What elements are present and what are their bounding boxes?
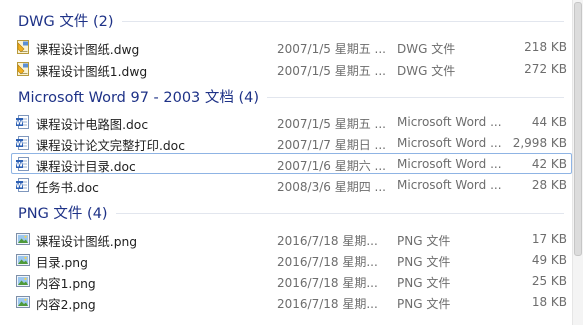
png-image-icon <box>16 233 30 245</box>
png-image-icon <box>16 275 30 287</box>
png-image-icon <box>16 254 30 266</box>
file-date: 2016/7/18 星期... <box>277 234 378 248</box>
group-title: PNG 文件 (4) <box>18 205 108 222</box>
file-type: PNG 文件 <box>397 234 451 248</box>
file-date: 2007/1/5 星期五 ... <box>277 117 385 131</box>
file-date: 2016/7/18 星期... <box>277 297 378 311</box>
file-row[interactable]: 内容2.png 2016/7/18 星期... PNG 文件 18 KB <box>11 291 572 312</box>
file-name: 课程设计论文完整打印.doc <box>36 139 185 153</box>
group-title: Microsoft Word 97 - 2003 文档 (4) <box>18 89 260 106</box>
file-type: DWG 文件 <box>397 42 456 56</box>
file-name: 课程设计电路图.doc <box>36 118 149 132</box>
file-name: 课程设计目录.doc <box>36 160 136 174</box>
file-date: 2007/1/6 星期六 ... <box>277 159 385 173</box>
group-header-dwg[interactable]: DWG 文件 (2) <box>0 8 572 32</box>
word-doc-icon: W <box>16 136 29 150</box>
svg-text:W: W <box>16 182 23 190</box>
file-size: 18 KB <box>531 295 567 309</box>
group-header-word[interactable]: Microsoft Word 97 - 2003 文档 (4) <box>0 84 572 108</box>
file-date: 2008/3/6 星期四 ... <box>277 180 385 194</box>
file-name: 内容1.png <box>36 277 96 291</box>
file-size: 25 KB <box>531 274 567 288</box>
file-name: 内容2.png <box>36 298 96 312</box>
group-title: DWG 文件 (2) <box>18 13 114 30</box>
file-size: 44 KB <box>531 115 567 129</box>
word-doc-icon: W <box>16 115 29 129</box>
scrollbar-thumb[interactable] <box>574 2 582 256</box>
group-header-png[interactable]: PNG 文件 (4) <box>0 200 572 224</box>
file-type: Microsoft Word ... <box>397 178 502 192</box>
file-size: 218 KB <box>524 40 567 54</box>
file-row[interactable]: W 课程设计电路图.doc 2007/1/5 星期五 ... Microsoft… <box>11 111 572 132</box>
group-divider <box>267 96 564 98</box>
file-date: 2016/7/18 星期... <box>277 255 378 269</box>
file-name: 任务书.doc <box>36 181 99 195</box>
svg-text:W: W <box>16 119 23 127</box>
png-image-icon <box>16 296 30 308</box>
file-date: 2007/1/7 星期日 ... <box>277 138 385 152</box>
dwg-file-icon <box>17 62 29 76</box>
dwg-file-icon <box>17 40 29 54</box>
file-type: Microsoft Word ... <box>397 115 502 129</box>
file-size: 17 KB <box>531 232 567 246</box>
svg-text:W: W <box>16 140 23 148</box>
file-list-pane: DWG 文件 (2) 课程设计图纸.dwg 2007/1/5 星期五 ... D… <box>0 0 583 325</box>
group-divider <box>121 20 564 22</box>
file-type: PNG 文件 <box>397 255 451 269</box>
file-row[interactable]: 课程设计图纸1.dwg 2007/1/5 星期五 ... DWG 文件 272 … <box>11 58 572 79</box>
file-row[interactable]: 课程设计图纸.dwg 2007/1/5 星期五 ... DWG 文件 218 K… <box>11 36 572 57</box>
file-name: 课程设计图纸1.dwg <box>36 65 148 79</box>
group-divider <box>115 212 564 214</box>
word-doc-icon: W <box>16 178 29 192</box>
file-row-focused[interactable]: W 课程设计目录.doc 2007/1/6 星期六 ... Microsoft … <box>11 153 572 174</box>
file-type: PNG 文件 <box>397 297 451 311</box>
word-doc-icon: W <box>16 157 29 171</box>
file-row[interactable]: W 任务书.doc 2008/3/6 星期四 ... Microsoft Wor… <box>11 174 572 195</box>
grouped-file-list: DWG 文件 (2) 课程设计图纸.dwg 2007/1/5 星期五 ... D… <box>0 0 572 325</box>
file-size: 49 KB <box>531 253 567 267</box>
file-name: 课程设计图纸.dwg <box>36 43 140 57</box>
file-type: Microsoft Word ... <box>397 157 502 171</box>
file-row[interactable]: W 课程设计论文完整打印.doc 2007/1/7 星期日 ... Micros… <box>11 132 572 153</box>
file-size: 42 KB <box>531 157 567 171</box>
file-size: 272 KB <box>524 62 567 76</box>
vertical-scrollbar[interactable] <box>572 0 583 325</box>
file-type: PNG 文件 <box>397 276 451 290</box>
file-name: 目录.png <box>36 256 88 270</box>
file-row[interactable]: 内容1.png 2016/7/18 星期... PNG 文件 25 KB <box>11 270 572 291</box>
file-type: DWG 文件 <box>397 64 456 78</box>
file-date: 2016/7/18 星期... <box>277 276 378 290</box>
file-name: 课程设计图纸.png <box>36 235 138 249</box>
file-row[interactable]: 目录.png 2016/7/18 星期... PNG 文件 49 KB <box>11 249 572 270</box>
file-date: 2007/1/5 星期五 ... <box>277 42 385 56</box>
svg-text:W: W <box>16 161 23 169</box>
file-size: 2,998 KB <box>512 136 567 150</box>
file-date: 2007/1/5 星期五 ... <box>277 64 385 78</box>
file-size: 28 KB <box>531 178 567 192</box>
file-type: Microsoft Word ... <box>397 136 502 150</box>
file-row[interactable]: 课程设计图纸.png 2016/7/18 星期... PNG 文件 17 KB <box>11 228 572 249</box>
